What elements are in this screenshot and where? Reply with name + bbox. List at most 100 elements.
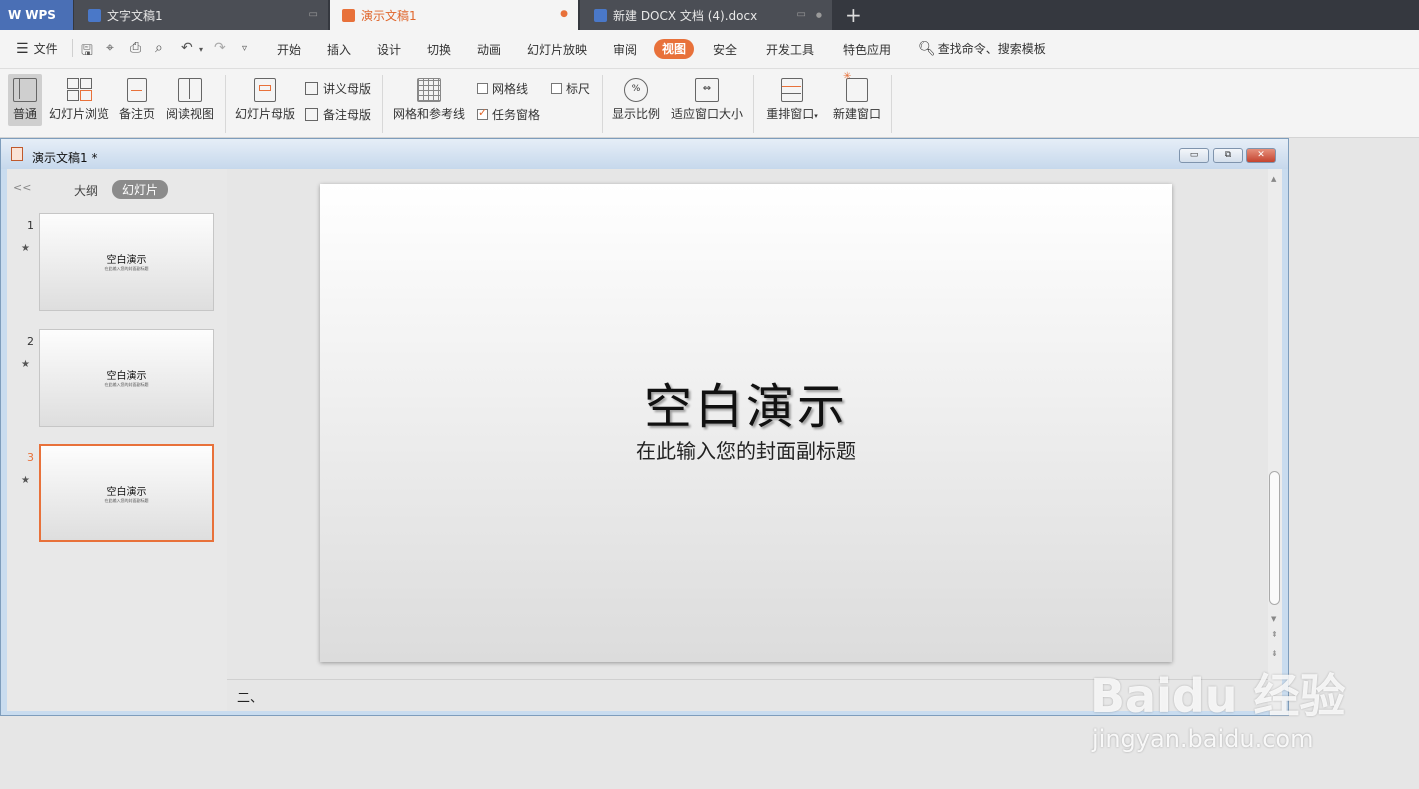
ruler-checkbox[interactable]: 标尺 <box>551 80 590 97</box>
unsaved-dot-icon: ● <box>560 9 568 19</box>
thumb-title: 空白演示 <box>106 371 147 382</box>
menu-animations[interactable]: 动画 <box>477 41 501 58</box>
animation-star-icon: ★ <box>21 243 30 254</box>
task-pane-checkbox[interactable]: 任务窗格 <box>477 106 540 123</box>
prev-slide-icon[interactable]: ⇞ <box>1271 630 1278 639</box>
slide-number: 2 <box>27 335 34 348</box>
thumb-subtitle: 在此输入您的封面副标题 <box>104 498 149 503</box>
slide-thumbnail-1[interactable]: 空白演示 在此输入您的封面副标题 <box>39 213 214 311</box>
grid-guides-label: 网格和参考线 <box>392 107 465 121</box>
menu-view[interactable]: 视图 <box>654 39 695 59</box>
view-ribbon: 普通 幻灯片浏览 备注页 阅读视图 幻灯片母版 讲义母版 备注母版 网格和参考线 <box>0 69 1419 138</box>
command-search[interactable]: 🔍︎ 查找命令、搜索模板 <box>918 40 1046 57</box>
notes-master-button[interactable]: 备注母版 <box>305 106 371 123</box>
handout-master-button[interactable]: 讲义母版 <box>305 80 371 97</box>
undo-dropdown-icon[interactable]: ▾ <box>199 45 203 54</box>
task-pane-check-icon <box>477 106 488 120</box>
customize-qat-icon[interactable]: ▿ <box>242 43 247 54</box>
tab-writer-doc-label: 文字文稿1 <box>107 8 163 23</box>
slide-master-label: 幻灯片母版 <box>234 107 295 121</box>
scroll-down-icon[interactable]: ▼ <box>1271 615 1276 623</box>
save-icon[interactable]: 🖫 <box>81 40 93 64</box>
undo-icon[interactable]: ↶ <box>181 40 193 56</box>
ribbon-divider <box>225 75 226 133</box>
tab-presentation[interactable]: 演示文稿1 ● <box>330 0 578 30</box>
menu-developer[interactable]: 开发工具 <box>766 41 814 58</box>
slide-number: 1 <box>27 219 34 232</box>
gridlines-checkbox[interactable]: 网格线 <box>477 80 528 97</box>
menu-home[interactable]: 开始 <box>277 41 301 58</box>
slide-sorter-label: 幻灯片浏览 <box>48 107 109 121</box>
slide-subtitle[interactable]: 在此输入您的封面副标题 <box>320 435 1172 464</box>
slide-thumbnail-3[interactable]: 空白演示 在此输入您的封面副标题 <box>39 444 214 542</box>
menu-design[interactable]: 设计 <box>377 41 401 58</box>
gridlines-check-icon <box>477 83 488 94</box>
command-search-label: 查找命令、搜索模板 <box>937 42 1046 56</box>
menu-bar: ☰ 文件 🖫 ⌖ ⎙ ⌕ ↶ ▾ ↷ ▿ 开始 插入 设计 切换 动画 幻灯片放… <box>0 30 1419 69</box>
menu-review[interactable]: 审阅 <box>613 41 637 58</box>
next-slide-icon[interactable]: ⇟ <box>1271 649 1278 658</box>
current-slide[interactable]: 空白演示 在此输入您的封面副标题 <box>320 184 1172 662</box>
monitor-icon-2[interactable]: ▭ <box>797 9 806 20</box>
vertical-scrollbar[interactable]: ▲ ▼ ⇞ ⇟ <box>1268 169 1282 711</box>
redo-icon[interactable]: ↷ <box>214 40 226 56</box>
notes-text[interactable]: 二、 <box>237 687 263 706</box>
restore-button[interactable]: ⧉ <box>1213 148 1243 163</box>
thumb-title: 空白演示 <box>106 487 147 498</box>
print-icon[interactable]: ⎙ <box>130 40 141 56</box>
fit-window-button[interactable]: ⇔ 适应窗口大小 <box>670 74 744 122</box>
ruler-label: 标尺 <box>566 82 591 96</box>
slide-thumbnail-2[interactable]: 空白演示 在此输入您的封面副标题 <box>39 329 214 427</box>
tab-slides[interactable]: 幻灯片 <box>112 180 169 199</box>
gridlines-label: 网格线 <box>492 82 529 96</box>
docx-dot-icon: ● <box>815 11 822 19</box>
tab-writer-doc[interactable]: 文字文稿1 ▭ <box>74 0 328 30</box>
new-window-button[interactable]: ✳ 新建窗口 <box>831 71 883 122</box>
new-tab-button[interactable]: + <box>845 3 862 27</box>
grid-guides-button[interactable]: 网格和参考线 <box>391 74 467 122</box>
tab-bar: W WPS 文字文稿1 ▭ 演示文稿1 ● 新建 DOCX 文档 (4).doc… <box>0 0 1419 30</box>
reading-view-button[interactable]: 阅读视图 <box>165 74 215 122</box>
scroll-up-icon[interactable]: ▲ <box>1271 175 1276 183</box>
notes-master-icon <box>305 108 318 121</box>
normal-view-button[interactable]: 普通 <box>8 74 42 126</box>
collapse-panel-icon[interactable]: << <box>13 181 31 194</box>
task-pane-label: 任务窗格 <box>492 108 541 122</box>
file-menu[interactable]: ☰ 文件 <box>16 40 58 57</box>
notes-master-label: 备注母版 <box>323 108 372 122</box>
menu-slideshow[interactable]: 幻灯片放映 <box>527 41 587 58</box>
notes-page-icon <box>127 78 147 102</box>
fit-window-icon: ⇔ <box>695 78 719 102</box>
wps-tab-label: WPS <box>25 8 56 22</box>
animation-star-icon: ★ <box>21 475 30 486</box>
thumb-subtitle: 在此输入您的封面副标题 <box>104 266 149 271</box>
menu-special[interactable]: 特色应用 <box>843 41 891 58</box>
ribbon-divider-3 <box>602 75 603 133</box>
thumb-subtitle: 在此输入您的封面副标题 <box>104 382 149 387</box>
tab-outline[interactable]: 大纲 <box>74 182 98 199</box>
format-painter-icon[interactable]: ⌖ <box>106 40 114 56</box>
wps-home-tab[interactable]: W WPS <box>0 0 73 30</box>
slide-title[interactable]: 空白演示 <box>320 367 1172 437</box>
menu-security[interactable]: 安全 <box>713 41 737 58</box>
print-preview-icon[interactable]: ⌕ <box>155 40 163 56</box>
rearrange-window-label: 重排窗口 <box>766 107 815 121</box>
ruler-check-icon <box>551 83 562 94</box>
slide-sorter-button[interactable]: 幻灯片浏览 <box>47 74 111 122</box>
monitor-icon[interactable]: ▭ <box>309 9 318 20</box>
menu-transitions[interactable]: 切换 <box>427 41 451 58</box>
menu-insert[interactable]: 插入 <box>327 41 351 58</box>
notes-page-label: 备注页 <box>118 107 155 121</box>
slide-master-icon <box>254 78 276 102</box>
scroll-thumb[interactable] <box>1269 471 1280 605</box>
close-button[interactable]: ✕ <box>1246 148 1276 163</box>
rearrange-window-button[interactable]: 重排窗口▾ <box>762 74 822 122</box>
file-menu-label: 文件 <box>33 42 58 56</box>
new-window-icon: ✳ <box>843 71 868 102</box>
writer-doc-icon <box>88 8 101 22</box>
minimize-button[interactable]: ▭ <box>1179 148 1209 163</box>
zoom-button[interactable]: % 显示比例 <box>611 74 661 122</box>
notes-page-button[interactable]: 备注页 <box>117 74 157 122</box>
slide-master-button[interactable]: 幻灯片母版 <box>234 74 296 122</box>
tab-docx[interactable]: 新建 DOCX 文档 (4).docx ▭ ● <box>580 0 832 30</box>
